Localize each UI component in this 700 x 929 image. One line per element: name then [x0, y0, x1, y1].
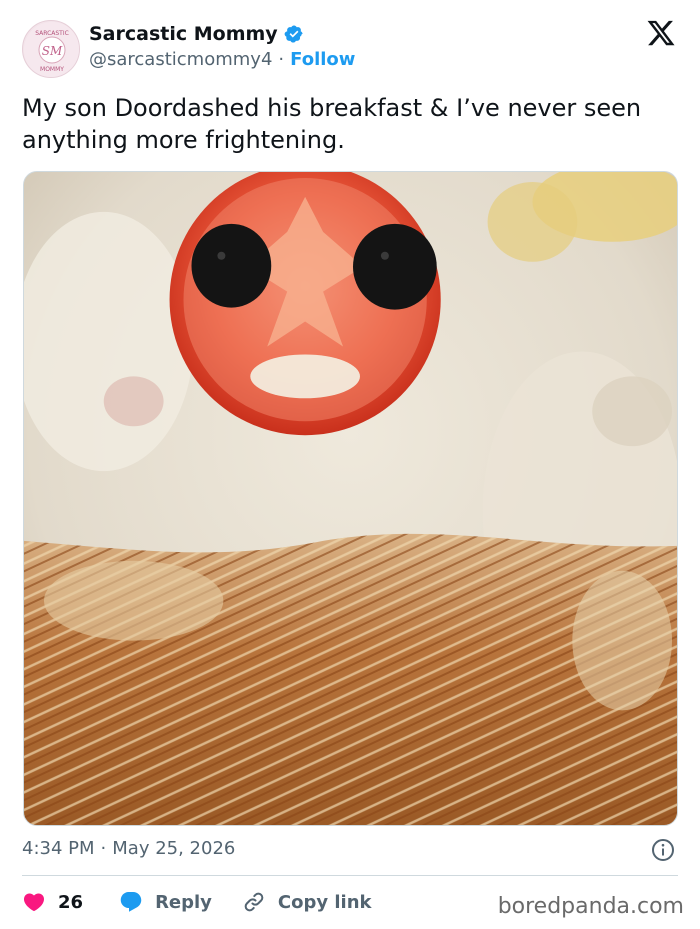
avatar-text-bottom: MOMMY — [40, 66, 64, 73]
handle[interactable]: @sarcasticmommy4 — [89, 49, 272, 70]
reply-button[interactable]: Reply — [119, 890, 212, 914]
avatar-initials: SM — [42, 44, 63, 58]
like-count: 26 — [58, 891, 84, 913]
link-icon — [244, 892, 264, 912]
tweet-photo[interactable] — [23, 171, 678, 826]
info-icon[interactable] — [651, 838, 675, 862]
tweet-text: My son Doordashed his breakfast & I’ve n… — [22, 94, 642, 154]
author-block: Sarcastic Mommy @sarcasticmommy4 · Follo… — [89, 22, 355, 70]
timestamp-separator: · — [100, 838, 107, 859]
like-button[interactable]: 26 — [22, 890, 83, 914]
avatar[interactable]: SARCASTIC SM MOMMY — [22, 20, 80, 78]
breakfast-photo — [24, 172, 677, 825]
avatar-text-top: SARCASTIC — [35, 30, 69, 37]
avatar-logo: SARCASTIC SM MOMMY — [24, 22, 79, 77]
divider — [22, 875, 678, 876]
heart-icon — [23, 893, 45, 912]
watermark: boredpanda.com — [497, 894, 684, 919]
x-logo-icon[interactable] — [646, 18, 676, 48]
tweet-date: May 25, 2026 — [112, 838, 236, 859]
reply-label: Reply — [155, 891, 212, 913]
tweet-timestamp[interactable]: 4:34 PM · May 25, 2026 — [22, 838, 235, 859]
reply-bubble-icon — [120, 892, 142, 912]
handle-separator: · — [278, 49, 285, 70]
tweet-header: SARCASTIC SM MOMMY Sarcastic Mommy @sarc… — [22, 18, 680, 78]
copy-link-button[interactable]: Copy link — [242, 890, 372, 914]
action-bar: 26 Reply Copy link — [22, 888, 372, 916]
verified-badge-icon — [284, 25, 303, 43]
tweet-time: 4:34 PM — [22, 838, 95, 859]
copy-link-label: Copy link — [277, 891, 372, 913]
display-name[interactable]: Sarcastic Mommy — [89, 23, 278, 45]
follow-button[interactable]: Follow — [290, 49, 355, 70]
